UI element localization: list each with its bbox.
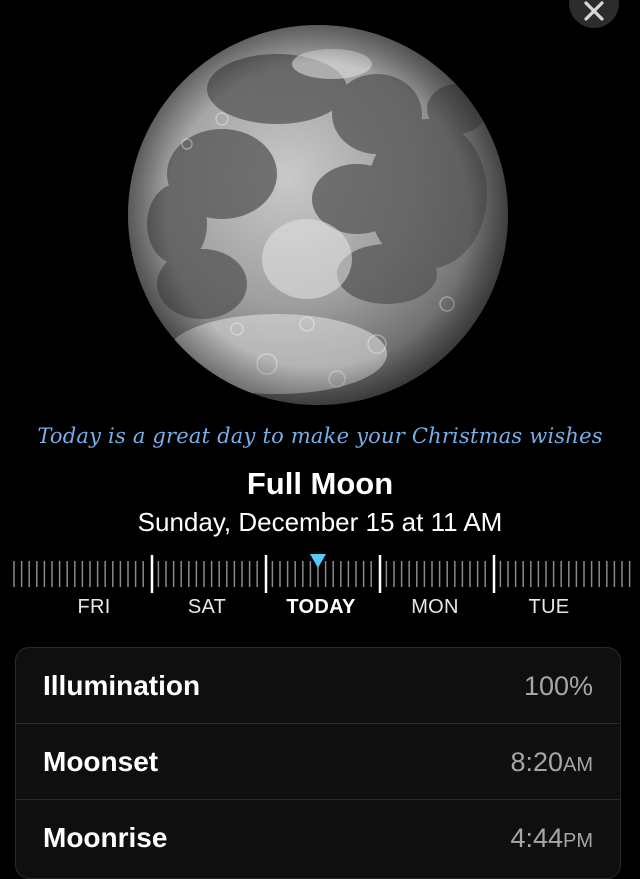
detail-value: 8:20AM [510,747,593,777]
detail-value: 100% [523,671,593,701]
day-label-today[interactable]: TODAY [271,596,371,619]
detail-label: Illumination [43,670,201,701]
phase-title: Full Moon [246,466,394,501]
detail-label: Moonset [43,746,159,777]
detail-row-moonset: Moonset 8:20AM [16,724,620,800]
day-label-sat[interactable]: SAT [157,596,257,619]
detail-row-moonrise: Moonrise 4:44PM [16,800,620,876]
moon-image [127,24,509,406]
close-button[interactable] [569,0,619,28]
detail-label: Moonrise [43,822,168,853]
day-label-tue[interactable]: TUE [499,596,599,619]
wish-message: Today is a great day to make your Christ… [37,424,603,448]
day-label-fri[interactable]: FRI [44,596,144,619]
close-icon [584,1,604,21]
moon-details-card: Illumination 100% Moonset 8:20AM Moonris… [15,647,621,879]
detail-row-illumination: Illumination 100% [16,648,620,724]
phase-date: Sunday, December 15 at 11 AM [137,507,503,537]
detail-value: 4:44PM [510,823,593,853]
day-label-mon[interactable]: MON [385,596,485,619]
triangle-down-icon [310,554,326,568]
day-labels: FRI SAT TODAY MON TUE [0,596,640,618]
